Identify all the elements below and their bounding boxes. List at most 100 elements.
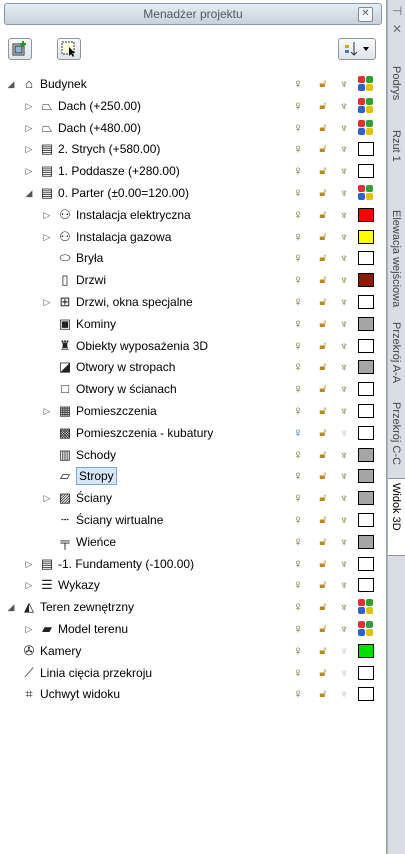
close-icon[interactable]: ✕: [390, 22, 404, 36]
tree-item-label[interactable]: Dach (+250.00): [58, 99, 141, 113]
tree-row[interactable]: ▣ Kominy ♀ 🔓︎ ♆: [0, 314, 386, 334]
tree-row[interactable]: ▷ ⚇ Instalacja gazowa ♀ 🔓︎ ♆: [0, 227, 386, 247]
bulb-icon[interactable]: ♀: [292, 686, 304, 702]
goblet-icon[interactable]: ♆: [338, 665, 350, 681]
bulb-icon[interactable]: ♀: [292, 381, 304, 397]
bulb-icon[interactable]: ♀: [292, 577, 304, 593]
tree-row[interactable]: ✇ Kamery ♀ 🔓︎ ♆: [0, 641, 386, 661]
goblet-icon[interactable]: ♆: [338, 577, 350, 593]
tree-item-label[interactable]: Wieńce: [76, 535, 116, 549]
tree-item-label[interactable]: Kominy: [76, 317, 116, 331]
tree-row[interactable]: ◢ ▤ 0. Parter (±0.00=120.00) ♀ 🔓︎ ♆: [0, 183, 386, 203]
lock-icon[interactable]: 🔓︎: [316, 294, 330, 310]
color-swatch[interactable]: [358, 207, 374, 222]
close-icon[interactable]: ✕: [358, 7, 373, 22]
goblet-icon[interactable]: ♆: [338, 207, 350, 223]
expand-arrow-icon[interactable]: ▷: [24, 143, 34, 155]
bulb-icon[interactable]: ♀: [292, 599, 304, 615]
goblet-icon[interactable]: ♆: [338, 447, 350, 463]
goblet-icon[interactable]: ♆: [338, 98, 350, 114]
color-swatch[interactable]: [358, 295, 374, 309]
goblet-icon[interactable]: ♆: [338, 381, 350, 397]
multi-color-icon[interactable]: [358, 97, 374, 114]
tree-row[interactable]: □ Otwory w ścianach ♀ 🔓︎ ♆: [0, 379, 386, 399]
goblet-icon[interactable]: ♆: [338, 229, 350, 245]
goblet-icon[interactable]: ♆: [338, 425, 350, 441]
tree-item-label[interactable]: Ściany: [76, 491, 112, 505]
lock-icon[interactable]: 🔓︎: [316, 643, 330, 659]
lock-icon[interactable]: 🔓︎: [316, 359, 330, 375]
tree-item-label[interactable]: Pomieszczenia: [76, 404, 157, 418]
lock-icon[interactable]: 🔓︎: [316, 599, 330, 615]
goblet-icon[interactable]: ♆: [338, 316, 350, 332]
goblet-icon[interactable]: ♆: [338, 294, 350, 310]
lock-icon[interactable]: 🔓︎: [316, 163, 330, 179]
bulb-icon[interactable]: ♀: [292, 556, 304, 572]
expand-arrow-icon[interactable]: ▷: [24, 165, 34, 177]
multi-color-icon[interactable]: [358, 119, 374, 136]
multi-color-icon[interactable]: [358, 185, 374, 201]
tree-row[interactable]: ▷ ▨ Ściany ♀ 🔓︎ ♆: [0, 488, 386, 508]
bulb-icon[interactable]: ♀: [292, 490, 304, 506]
bulb-icon[interactable]: ♀: [292, 425, 304, 441]
bulb-icon[interactable]: ♀: [292, 141, 304, 157]
color-swatch[interactable]: [358, 316, 374, 331]
lock-icon[interactable]: 🔓︎: [316, 556, 330, 572]
tree-item-label[interactable]: Pomieszczenia - kubatury: [76, 426, 213, 440]
tree-item-label[interactable]: Budynek: [40, 77, 87, 91]
tree-item-label[interactable]: Uchwyt widoku: [40, 687, 120, 701]
goblet-icon[interactable]: ♆: [338, 250, 350, 266]
color-swatch[interactable]: [358, 338, 374, 353]
tree-row[interactable]: ╤ Wieńce ♀ 🔓︎ ♆: [0, 532, 386, 552]
lock-icon[interactable]: 🔓︎: [316, 468, 330, 484]
color-swatch[interactable]: [358, 469, 374, 484]
lock-icon[interactable]: 🔓︎: [316, 76, 330, 92]
lock-icon[interactable]: 🔓︎: [316, 98, 330, 114]
bulb-icon[interactable]: ♀: [292, 643, 304, 659]
goblet-icon[interactable]: ♆: [338, 512, 350, 528]
collapse-arrow-icon[interactable]: ◢: [24, 187, 34, 199]
tree-item-label[interactable]: Otwory w stropach: [76, 360, 175, 374]
color-swatch[interactable]: [358, 164, 374, 179]
bulb-icon[interactable]: ♀: [292, 120, 304, 136]
goblet-icon[interactable]: ♆: [338, 599, 350, 615]
pin-icon[interactable]: ⊣: [390, 4, 404, 18]
tree-item-label[interactable]: Drzwi, okna specjalne: [76, 295, 193, 309]
tree-row[interactable]: ▷ ▤ -1. Fundamenty (-100.00) ♀ 🔓︎ ♆: [0, 554, 386, 574]
lock-icon[interactable]: 🔓︎: [316, 490, 330, 506]
expand-arrow-icon[interactable]: ▷: [42, 231, 52, 243]
tree-item-label[interactable]: Bryła: [76, 251, 103, 265]
tree-row[interactable]: ┄ Ściany wirtualne ♀ 🔓︎ ♆: [0, 510, 386, 530]
tree-item-label[interactable]: Stropy: [76, 467, 117, 486]
add-element-button[interactable]: [8, 38, 32, 60]
color-swatch[interactable]: [358, 404, 374, 418]
color-swatch[interactable]: [358, 382, 374, 397]
bulb-icon[interactable]: ♀: [292, 163, 304, 179]
bulb-icon[interactable]: ♀: [292, 272, 304, 288]
tree-item-label[interactable]: Ściany wirtualne: [76, 513, 163, 527]
bulb-icon[interactable]: ♀: [292, 316, 304, 332]
goblet-icon[interactable]: ♆: [338, 403, 350, 419]
goblet-icon[interactable]: ♆: [338, 534, 350, 550]
goblet-icon[interactable]: ♆: [338, 556, 350, 572]
collapse-arrow-icon[interactable]: ◢: [6, 78, 16, 90]
side-tab[interactable]: Rzut 1: [388, 126, 405, 207]
tree-item-label[interactable]: Teren zewnętrzny: [40, 600, 134, 614]
expand-arrow-icon[interactable]: ▷: [24, 579, 34, 591]
color-swatch[interactable]: [358, 578, 374, 593]
tree-row[interactable]: ▷ ▰ Model terenu ♀ 🔓︎ ♆: [0, 619, 386, 639]
tree-item-label[interactable]: 0. Parter (±0.00=120.00): [58, 186, 189, 200]
tree-row[interactable]: ◢ ◭ Teren zewnętrzny ♀ 🔓︎ ♆: [0, 597, 386, 617]
lock-icon[interactable]: 🔓︎: [316, 338, 330, 354]
color-swatch[interactable]: [358, 447, 374, 462]
expand-arrow-icon[interactable]: ▷: [24, 100, 34, 112]
tree-item-label[interactable]: Dach (+480.00): [58, 121, 141, 135]
lock-icon[interactable]: 🔓︎: [316, 512, 330, 528]
tree-item-label[interactable]: Instalacja elektryczna: [76, 208, 191, 222]
tree-row[interactable]: ▷ ⏢ Dach (+480.00) ♀ 🔓︎ ♆: [0, 118, 386, 138]
expand-arrow-icon[interactable]: ▷: [42, 296, 52, 308]
lock-icon[interactable]: 🔓︎: [316, 316, 330, 332]
color-swatch[interactable]: [358, 513, 374, 527]
lock-icon[interactable]: 🔓︎: [316, 686, 330, 702]
goblet-icon[interactable]: ♆: [338, 468, 350, 484]
